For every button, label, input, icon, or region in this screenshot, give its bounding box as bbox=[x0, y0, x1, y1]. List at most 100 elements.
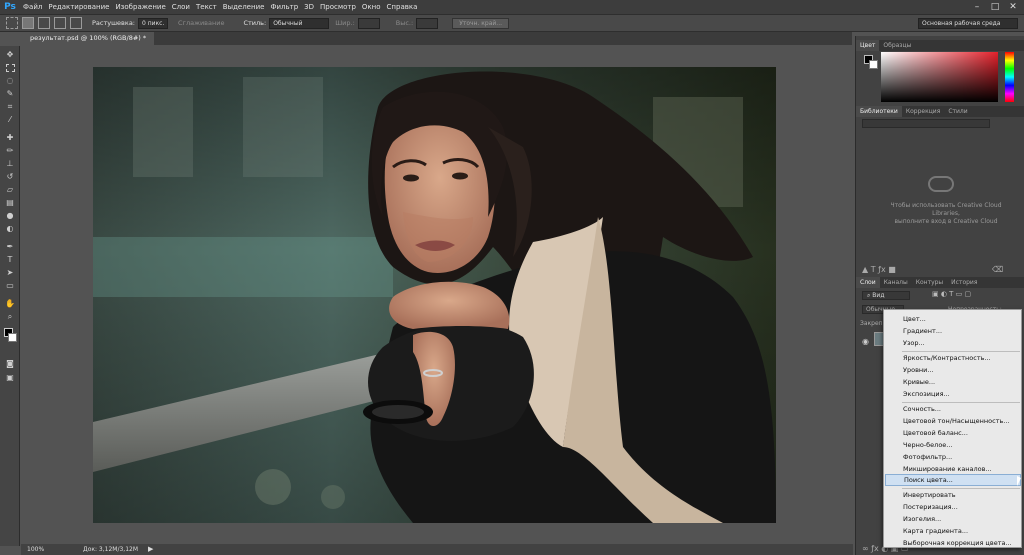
menu-image[interactable]: Изображение bbox=[112, 3, 168, 11]
blur-tool-icon[interactable]: ● bbox=[4, 210, 16, 221]
tab-channels[interactable]: Каналы bbox=[880, 277, 912, 288]
width-input[interactable] bbox=[357, 17, 380, 29]
menu-item-pattern[interactable]: Узор... bbox=[885, 337, 1021, 349]
menu-edit[interactable]: Редактирование bbox=[45, 3, 112, 11]
lasso-tool-icon[interactable]: ◌ bbox=[4, 75, 16, 86]
tab-layers[interactable]: Слои bbox=[856, 277, 880, 288]
photoshop-logo: Ps bbox=[4, 2, 16, 12]
trash-icon[interactable]: ⌫ bbox=[992, 265, 1003, 274]
menu-item-invert[interactable]: Инвертировать bbox=[885, 489, 1021, 501]
tab-color[interactable]: Цвет bbox=[856, 40, 880, 51]
menu-item-levels[interactable]: Уровни... bbox=[885, 364, 1021, 376]
menu-item-threshold[interactable]: Изогелия... bbox=[885, 513, 1021, 525]
window-controls: – □ ✕ bbox=[968, 0, 1022, 14]
color-panel-tabs: Цвет Образцы bbox=[856, 40, 1024, 51]
type-tool-icon[interactable]: T bbox=[4, 254, 16, 265]
feather-label: Растушевка: bbox=[92, 19, 135, 27]
library-select[interactable] bbox=[862, 119, 990, 128]
history-brush-icon[interactable]: ↺ bbox=[4, 171, 16, 182]
tab-history[interactable]: История bbox=[947, 277, 981, 288]
layer-filter-select[interactable]: ⌕ Вид bbox=[862, 291, 910, 300]
menu-item-black-white[interactable]: Черно-белое... bbox=[885, 439, 1021, 451]
layer-filter-icons[interactable]: ▣ ◐ T ▭ ▢ bbox=[932, 290, 971, 298]
menu-window[interactable]: Окно bbox=[359, 3, 384, 11]
tab-libraries[interactable]: Библиотеки bbox=[856, 106, 902, 117]
stamp-tool-icon[interactable]: ⊥ bbox=[4, 158, 16, 169]
dodge-tool-icon[interactable]: ◐ bbox=[4, 223, 16, 234]
menu-file[interactable]: Файл bbox=[20, 3, 45, 11]
add-selection-icon[interactable] bbox=[38, 17, 50, 29]
document-tabs: результат.psd @ 100% (RGB/8#) * bbox=[22, 32, 852, 45]
feather-input[interactable]: 0 пикс. bbox=[138, 17, 168, 29]
status-arrow-icon[interactable]: ▶ bbox=[148, 544, 153, 555]
zoom-level[interactable]: 100% bbox=[27, 544, 44, 555]
crop-tool-icon[interactable]: ⌗ bbox=[4, 101, 16, 112]
workspace-select[interactable]: Основная рабочая среда bbox=[918, 18, 1018, 29]
intersect-selection-icon[interactable] bbox=[70, 17, 82, 29]
menu-view[interactable]: Просмотр bbox=[317, 3, 359, 11]
background-swatch[interactable] bbox=[869, 60, 878, 69]
restore-button[interactable]: □ bbox=[986, 0, 1004, 14]
menu-item-gradient-map[interactable]: Карта градиента... bbox=[885, 525, 1021, 537]
menu-item-color-lookup[interactable]: Поиск цвета... bbox=[885, 474, 1021, 486]
menu-item-hue-saturation[interactable]: Цветовой тон/Насыщенность... bbox=[885, 415, 1021, 427]
menu-item-posterize[interactable]: Постеризация... bbox=[885, 501, 1021, 513]
menu-item-solid-color[interactable]: Цвет... bbox=[885, 313, 1021, 325]
quick-mask-icon[interactable]: ◙ bbox=[4, 358, 16, 369]
eraser-tool-icon[interactable]: ▱ bbox=[4, 184, 16, 195]
pen-tool-icon[interactable]: ✒ bbox=[4, 241, 16, 252]
eye-icon[interactable]: ◉ bbox=[862, 337, 869, 346]
hue-slider[interactable] bbox=[1005, 52, 1014, 102]
close-button[interactable]: ✕ bbox=[1004, 0, 1022, 14]
mouse-cursor-icon bbox=[1017, 476, 1021, 486]
menu-item-brightness-contrast[interactable]: Яркость/Контрастность... bbox=[885, 352, 1021, 364]
path-select-tool-icon[interactable]: ➤ bbox=[4, 267, 16, 278]
shape-tool-icon[interactable]: ▭ bbox=[4, 280, 16, 291]
menu-text[interactable]: Текст bbox=[193, 3, 220, 11]
document-size: Док: 3,12M/3,12M bbox=[83, 546, 139, 553]
menu-select[interactable]: Выделение bbox=[220, 3, 268, 11]
healing-tool-icon[interactable]: ✚ bbox=[4, 132, 16, 143]
menu-layers[interactable]: Слои bbox=[169, 3, 193, 11]
menu-item-vibrance[interactable]: Сочность... bbox=[885, 403, 1021, 415]
tab-swatches[interactable]: Образцы bbox=[879, 40, 915, 51]
marquee-preset-icon[interactable] bbox=[6, 17, 18, 29]
menu-item-selective-color[interactable]: Выборочная коррекция цвета... bbox=[885, 537, 1021, 549]
hand-tool-icon[interactable]: ✋ bbox=[4, 298, 16, 309]
color-field[interactable] bbox=[881, 52, 998, 102]
move-tool-icon[interactable]: ✥ bbox=[4, 49, 16, 60]
style-label: Стиль: bbox=[243, 19, 267, 27]
tab-adjustments[interactable]: Коррекция bbox=[902, 106, 944, 117]
quick-select-tool-icon[interactable]: ✎ bbox=[4, 88, 16, 99]
gradient-tool-icon[interactable]: ▤ bbox=[4, 197, 16, 208]
height-input[interactable] bbox=[416, 17, 439, 29]
eyedropper-tool-icon[interactable]: ⁄ bbox=[4, 114, 16, 125]
menu-help[interactable]: Справка bbox=[384, 3, 421, 11]
creative-cloud-icon bbox=[928, 176, 954, 192]
minimize-button[interactable]: – bbox=[968, 0, 986, 14]
zoom-tool-icon[interactable]: ⌕ bbox=[4, 311, 16, 322]
antialias-checkbox[interactable]: Сглаживание bbox=[178, 19, 224, 27]
menu-item-exposure[interactable]: Экспозиция... bbox=[885, 388, 1021, 400]
brush-tool-icon[interactable]: ✏ bbox=[4, 145, 16, 156]
menu-3d[interactable]: 3D bbox=[301, 3, 317, 11]
library-toolbar-icons[interactable]: ▲ T ƒx ■ bbox=[862, 265, 896, 274]
menu-item-curves[interactable]: Кривые... bbox=[885, 376, 1021, 388]
tab-paths[interactable]: Контуры bbox=[912, 277, 947, 288]
subtract-selection-icon[interactable] bbox=[54, 17, 66, 29]
marquee-tool-icon[interactable] bbox=[4, 62, 16, 73]
status-bar: 100% Док: 3,12M/3,12M ▶ bbox=[21, 544, 853, 555]
menu-item-photo-filter[interactable]: Фотофильтр... bbox=[885, 451, 1021, 463]
options-bar: Растушевка: 0 пикс. Сглаживание Стиль: О… bbox=[0, 14, 1024, 32]
document-canvas-image[interactable] bbox=[93, 67, 776, 523]
style-select[interactable]: Обычный bbox=[269, 17, 330, 29]
tab-styles[interactable]: Стили bbox=[944, 106, 971, 117]
screen-mode-icon[interactable]: ▣ bbox=[4, 372, 16, 383]
document-tab[interactable]: результат.psd @ 100% (RGB/8#) * bbox=[22, 32, 155, 45]
new-selection-icon[interactable] bbox=[22, 17, 34, 29]
color-swatches-icon[interactable] bbox=[4, 328, 17, 344]
menu-filter[interactable]: Фильтр bbox=[267, 3, 301, 11]
refine-edge-button[interactable]: Уточн. край... bbox=[452, 17, 510, 29]
menu-item-color-balance[interactable]: Цветовой баланс... bbox=[885, 427, 1021, 439]
menu-item-gradient[interactable]: Градиент... bbox=[885, 325, 1021, 337]
